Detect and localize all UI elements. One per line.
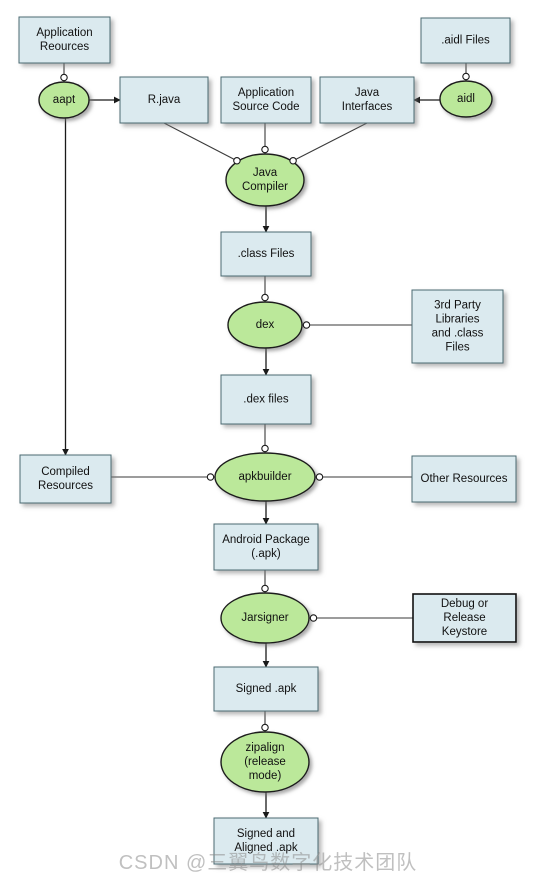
android-build-process-diagram: Application Reources aapt R.java Application… xyxy=(18,16,517,865)
node-label-line: Signed and xyxy=(237,828,295,840)
node-application-resources[interactable]: Application Reources xyxy=(18,16,111,64)
node-shape-box xyxy=(19,454,112,504)
node-r-java[interactable]: R.java xyxy=(119,76,209,124)
node-third-party-libraries[interactable]: 3rd Party Libraries and .class Files xyxy=(411,289,504,364)
node-aidl-files[interactable]: .aidl Files xyxy=(420,17,511,64)
node-label-other-resources: Other Resources xyxy=(421,473,508,485)
node-label-line: Signed .apk xyxy=(236,683,297,695)
edge-line xyxy=(292,122,368,162)
node-layer: Application Reources aapt R.java Application… xyxy=(18,16,517,865)
node-dex[interactable]: dex xyxy=(227,301,303,349)
node-other-resources[interactable]: Other Resources xyxy=(411,455,517,503)
node-label-line: Debug or xyxy=(441,598,488,610)
node-label-aidl: aidl xyxy=(457,93,475,105)
node-label-line: mode) xyxy=(249,770,282,782)
node-label-class-files: .class Files xyxy=(238,248,295,260)
node-label-line: Release xyxy=(443,612,485,624)
node-shape-box xyxy=(213,523,319,571)
node-label-line: .aidl Files xyxy=(441,35,490,47)
node-label-line: apkbuilder xyxy=(238,471,291,483)
node-label-dex-files: .dex files xyxy=(243,394,289,406)
node-apkbuilder[interactable]: apkbuilder xyxy=(214,452,316,502)
node-java-interfaces[interactable]: Java Interfaces xyxy=(319,76,415,124)
edge-port xyxy=(261,145,269,154)
edge-r-java-to-java-compiler xyxy=(163,122,238,162)
node-compiled-resources[interactable]: Compiled Resources xyxy=(19,454,112,504)
node-signed-apk[interactable]: Signed .apk xyxy=(213,666,319,712)
node-label-line: (release xyxy=(244,756,286,768)
node-label-line: Compiler xyxy=(242,181,288,193)
node-label-line: zipalign xyxy=(246,742,285,754)
node-label-line: Other Resources xyxy=(421,473,508,485)
node-label-aapt: aapt xyxy=(53,94,76,106)
node-label-line: and .class xyxy=(432,328,484,340)
node-label-line: Resources xyxy=(38,480,93,492)
node-label-line: Source Code xyxy=(232,101,299,113)
edge-port xyxy=(261,584,269,593)
node-label-line: Application xyxy=(238,87,294,99)
node-label-line: 3rd Party xyxy=(434,300,481,312)
node-label-line: Interfaces xyxy=(342,101,393,113)
node-keystore[interactable]: Debug or Release Keystore xyxy=(412,593,517,643)
node-zipalign[interactable]: zipalign (release mode) xyxy=(220,731,310,793)
edge-port xyxy=(261,293,269,302)
node-android-package[interactable]: Android Package (.apk) xyxy=(213,523,319,571)
node-label-line: aapt xyxy=(53,94,76,106)
node-class-files[interactable]: .class Files xyxy=(220,231,312,277)
node-label-r-java: R.java xyxy=(148,94,181,106)
node-application-source-code[interactable]: Application Source Code xyxy=(220,76,312,124)
node-label-line: R.java xyxy=(148,94,181,106)
node-label-zipalign: zipalign (release mode) xyxy=(244,742,286,782)
node-shape-box xyxy=(319,76,415,124)
node-label-line: Libraries xyxy=(435,314,479,326)
node-label-line: Files xyxy=(445,342,470,354)
node-shape-box xyxy=(213,817,319,865)
edge-port xyxy=(309,614,318,622)
node-label-dex: dex xyxy=(256,319,275,331)
node-label-line: Java xyxy=(253,167,278,179)
edge-port xyxy=(302,321,311,329)
edge-port xyxy=(289,157,297,165)
edge-port xyxy=(261,444,269,453)
node-label-line: (.apk) xyxy=(251,548,281,560)
node-label-line: .class Files xyxy=(238,248,295,260)
node-label-line: aidl xyxy=(457,93,475,105)
node-label-line: dex xyxy=(256,319,275,331)
edge-port xyxy=(261,723,269,732)
node-label-signed-apk: Signed .apk xyxy=(236,683,297,695)
edge-port xyxy=(60,73,68,82)
node-aidl[interactable]: aidl xyxy=(439,80,493,118)
edge-port xyxy=(462,72,470,81)
node-label-line: Jarsigner xyxy=(241,612,288,624)
node-jarsigner[interactable]: Jarsigner xyxy=(220,592,310,644)
node-label-line: Compiled xyxy=(41,466,90,478)
node-label-jarsigner: Jarsigner xyxy=(241,612,288,624)
node-label-line: Keystore xyxy=(442,626,487,638)
node-label-keystore: Debug or Release Keystore xyxy=(441,598,488,638)
edge-port xyxy=(315,473,324,481)
node-label-line: Application xyxy=(36,27,92,39)
node-label-line: Aligned .apk xyxy=(234,842,298,854)
node-label-line: .dex files xyxy=(243,394,289,406)
node-signed-aligned-apk[interactable]: Signed and Aligned .apk xyxy=(213,817,319,865)
node-label-apkbuilder: apkbuilder xyxy=(238,471,291,483)
node-aapt[interactable]: aapt xyxy=(38,81,90,119)
node-shape-box xyxy=(18,16,111,64)
node-shape-box xyxy=(220,76,312,124)
node-label-line: Java xyxy=(355,87,380,99)
node-label-line: Android Package xyxy=(222,534,310,546)
edge-java-interfaces-to-java-compiler xyxy=(292,122,368,162)
node-dex-files[interactable]: .dex files xyxy=(220,374,312,425)
edge-port xyxy=(233,157,241,165)
edge-line xyxy=(163,122,238,162)
node-label-line: Reources xyxy=(40,41,89,53)
diagram-canvas: Application Reources aapt R.java Application… xyxy=(0,0,536,882)
node-label-aidl-files: .aidl Files xyxy=(441,35,490,47)
edge-port xyxy=(206,473,215,481)
